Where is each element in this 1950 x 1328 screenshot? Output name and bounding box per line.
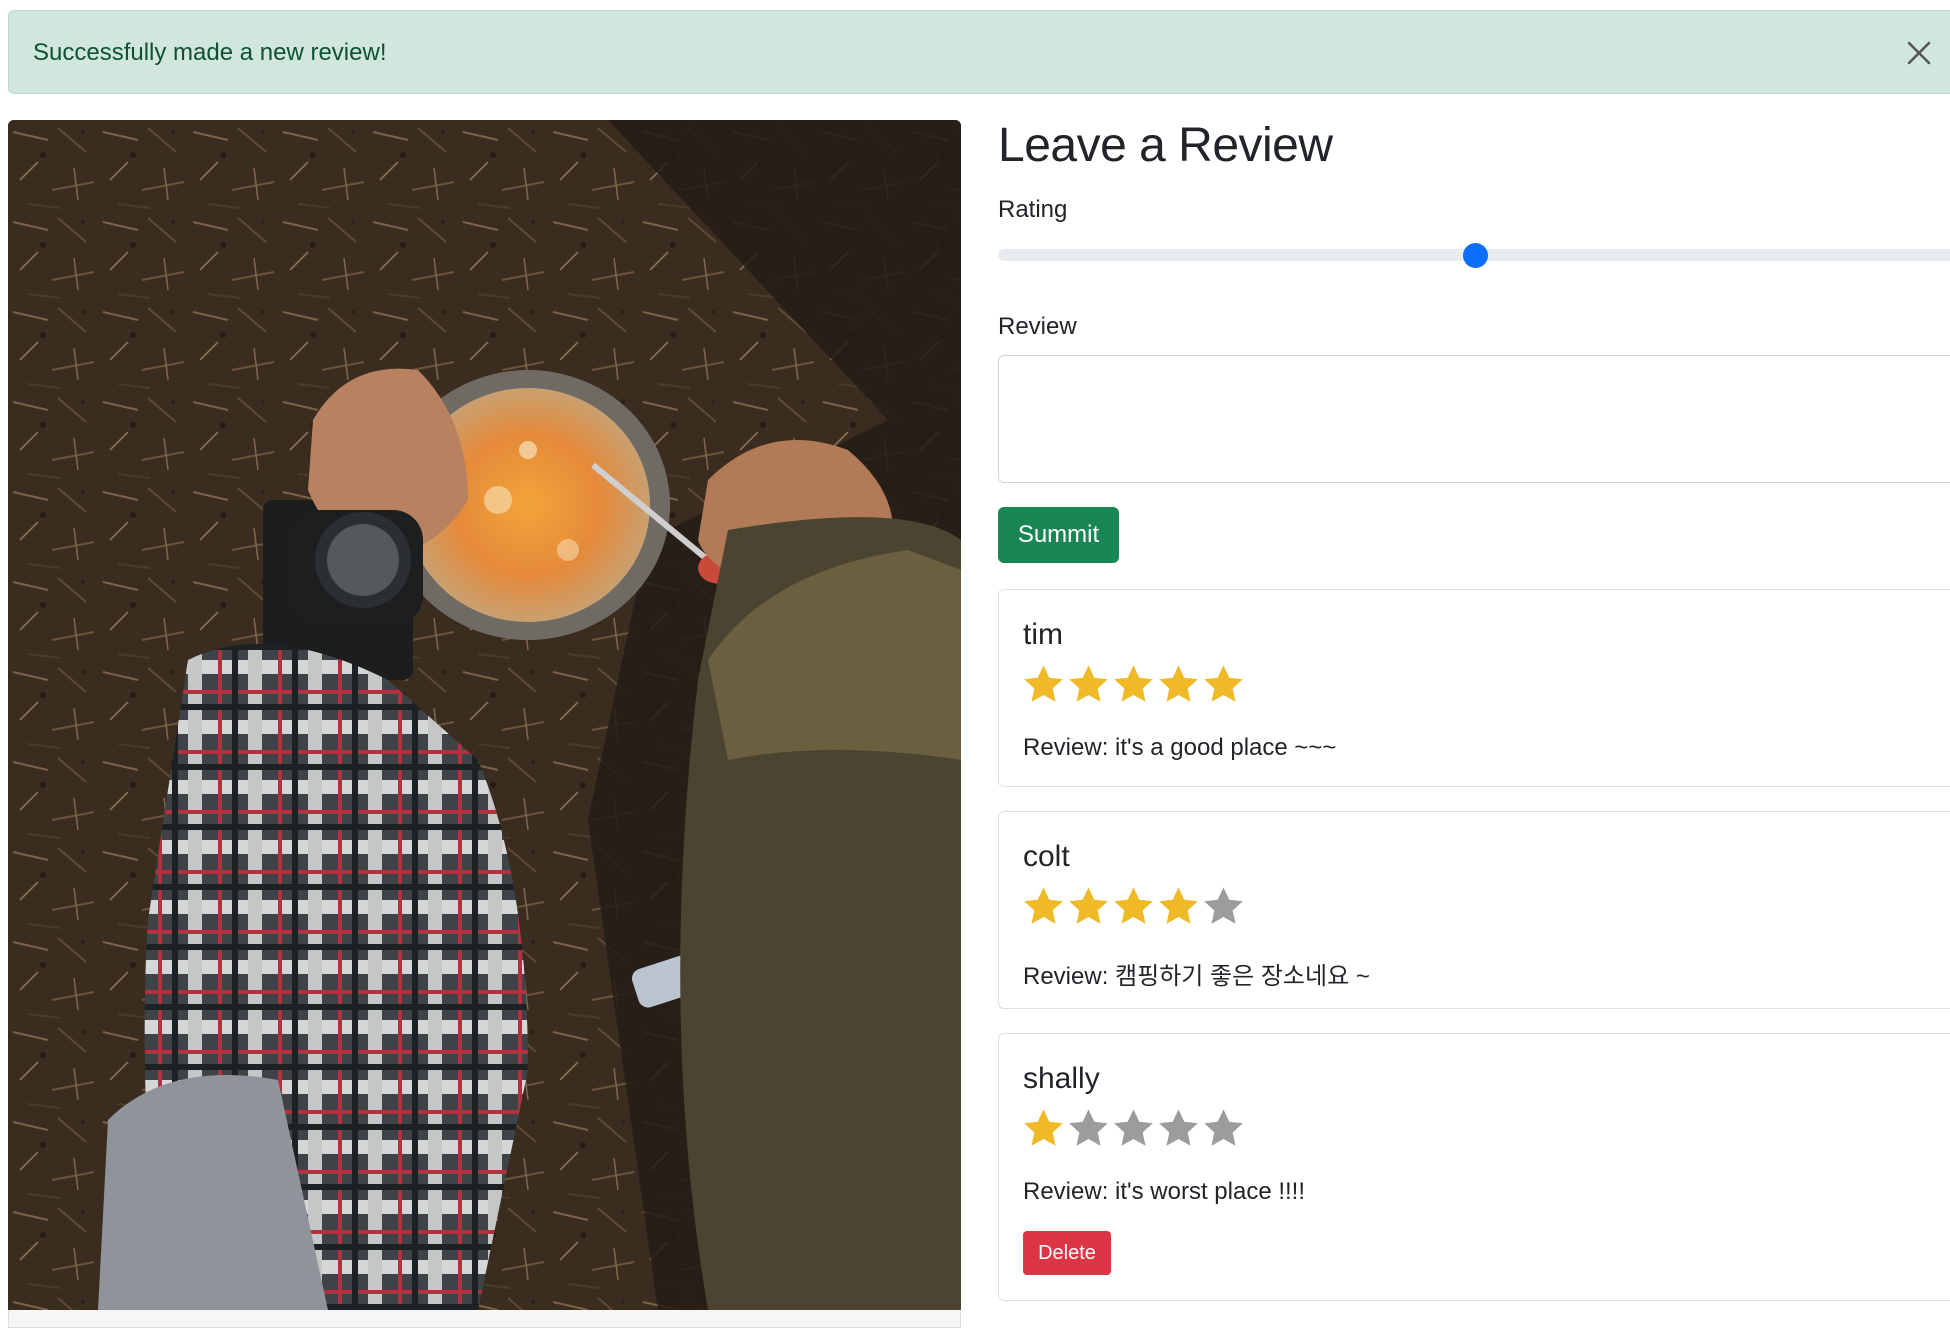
submit-button[interactable]: Summit	[998, 507, 1119, 563]
star-filled-icon	[1159, 665, 1198, 702]
review-text: Review: it's worst place !!!!	[1023, 1178, 1305, 1206]
star-empty-icon	[1159, 1109, 1198, 1146]
star-filled-icon	[1159, 887, 1198, 924]
review-prefix: Review:	[1023, 1178, 1109, 1205]
review-prefix: Review:	[1023, 734, 1109, 761]
star-filled-icon	[1204, 665, 1243, 702]
review-text: Review: 캠핑하기 좋은 장소네요 ~	[1023, 956, 1370, 991]
review-label: Review	[998, 313, 1077, 340]
review-author: tim	[1023, 618, 1063, 651]
star-filled-icon	[1024, 887, 1063, 924]
star-empty-icon	[1204, 1109, 1243, 1146]
close-icon[interactable]	[1904, 38, 1934, 68]
star-rating	[1021, 1106, 1246, 1154]
star-rating	[1021, 662, 1246, 710]
review-card: colt Review: 캠핑하기 좋은 장소네요 ~	[998, 811, 1950, 1009]
star-rating	[1021, 884, 1246, 932]
success-alert: Successfully made a new review!	[8, 10, 1950, 94]
star-empty-icon	[1204, 887, 1243, 924]
alert-message: Successfully made a new review!	[33, 39, 387, 66]
review-body: it's a good place ~~~	[1115, 734, 1337, 761]
star-empty-icon	[1069, 1109, 1108, 1146]
star-empty-icon	[1114, 1109, 1153, 1146]
campground-photo	[8, 120, 961, 1310]
star-filled-icon	[1024, 1109, 1063, 1146]
rating-label: Rating	[998, 196, 1068, 223]
review-body: 캠핑하기 좋은 장소네요 ~	[1115, 963, 1370, 990]
rating-slider-thumb[interactable]	[1463, 243, 1488, 268]
star-filled-icon	[1069, 665, 1108, 702]
star-filled-icon	[1069, 887, 1108, 924]
star-filled-icon	[1114, 665, 1153, 702]
photo-card-footer	[8, 1310, 961, 1328]
form-title: Leave a Review	[998, 119, 1333, 172]
review-prefix: Review:	[1023, 963, 1109, 990]
review-body: it's worst place !!!!	[1115, 1178, 1306, 1205]
review-card: tim Review: it's a good place ~~~	[998, 589, 1950, 787]
review-textarea[interactable]	[998, 355, 1950, 483]
review-card: shally Review: it's worst place !!!! Del…	[998, 1033, 1950, 1301]
star-filled-icon	[1024, 665, 1063, 702]
review-text: Review: it's a good place ~~~	[1023, 734, 1336, 762]
star-filled-icon	[1114, 887, 1153, 924]
review-author: shally	[1023, 1062, 1100, 1095]
review-author: colt	[1023, 840, 1070, 873]
delete-button[interactable]: Delete	[1023, 1231, 1111, 1275]
